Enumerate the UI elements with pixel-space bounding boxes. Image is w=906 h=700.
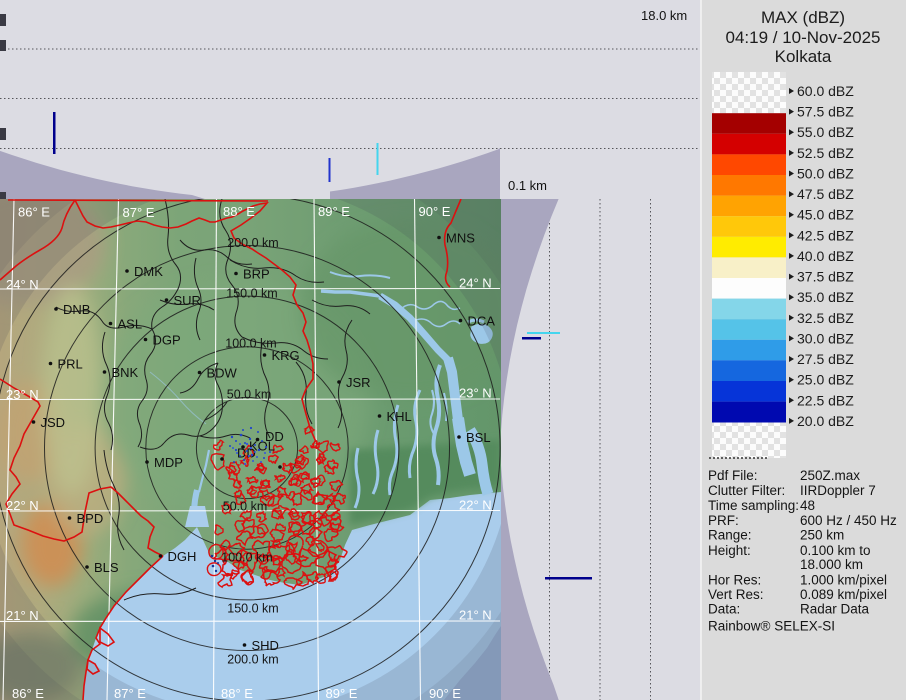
svg-text:BNK: BNK	[112, 365, 139, 380]
svg-text:BLS: BLS	[94, 560, 119, 575]
svg-text:25.0 dBZ: 25.0 dBZ	[797, 372, 854, 388]
svg-text:27.5 dBZ: 27.5 dBZ	[797, 351, 854, 367]
svg-text:PRF:: PRF:	[708, 513, 739, 528]
svg-text:90° E: 90° E	[419, 204, 451, 219]
svg-text:250Z.max: 250Z.max	[800, 468, 860, 483]
svg-text:KHL: KHL	[387, 409, 412, 424]
svg-text:0.100 km to: 0.100 km to	[800, 543, 871, 558]
svg-text:Hor Res:: Hor Res:	[708, 573, 761, 588]
svg-text:SHD: SHD	[252, 638, 279, 653]
svg-text:PRL: PRL	[58, 357, 83, 372]
svg-text:IIRDoppler 7: IIRDoppler 7	[800, 483, 876, 498]
svg-text:BPD: BPD	[77, 511, 104, 526]
svg-text:45.0 dBZ: 45.0 dBZ	[797, 207, 854, 223]
svg-text:50.0 km: 50.0 km	[223, 500, 267, 514]
svg-text:1.000 km/pixel: 1.000 km/pixel	[800, 573, 887, 588]
svg-text:BDW: BDW	[207, 366, 238, 381]
svg-text:Range:: Range:	[708, 528, 752, 543]
svg-text:BRP: BRP	[243, 267, 270, 282]
svg-text:DNB: DNB	[63, 302, 90, 317]
svg-text:86° E: 86° E	[18, 205, 50, 220]
svg-text:ASL: ASL	[118, 317, 143, 332]
svg-text:Data:: Data:	[708, 602, 740, 617]
svg-text:47.5 dBZ: 47.5 dBZ	[797, 186, 854, 202]
svg-text:DMK: DMK	[134, 264, 163, 279]
svg-text:60.0 dBZ: 60.0 dBZ	[797, 83, 854, 99]
svg-text:250 km: 250 km	[800, 528, 844, 543]
svg-text:86° E: 86° E	[12, 686, 44, 700]
svg-text:0.089 km/pixel: 0.089 km/pixel	[800, 587, 887, 602]
svg-text:MDP: MDP	[154, 455, 183, 470]
svg-text:89° E: 89° E	[318, 204, 350, 219]
svg-text:Pdf File:: Pdf File:	[708, 468, 758, 483]
svg-text:21° N: 21° N	[6, 608, 39, 623]
svg-text:200.0 km: 200.0 km	[227, 236, 278, 250]
svg-text:150.0 km: 150.0 km	[227, 602, 278, 616]
svg-text:35.0 dBZ: 35.0 dBZ	[797, 289, 854, 305]
svg-text:04:19 / 10-Nov-2025: 04:19 / 10-Nov-2025	[726, 28, 881, 47]
svg-text:21° N: 21° N	[459, 608, 492, 623]
svg-text:32.5 dBZ: 32.5 dBZ	[797, 310, 854, 326]
svg-text:89° E: 89° E	[326, 686, 358, 700]
svg-text:88° E: 88° E	[221, 686, 253, 700]
svg-text:18.0 km: 18.0 km	[641, 8, 687, 23]
svg-text:DCA: DCA	[468, 314, 496, 329]
svg-text:24° N: 24° N	[459, 276, 492, 291]
svg-text:Radar Data: Radar Data	[800, 602, 870, 617]
svg-text:SUR: SUR	[174, 293, 201, 308]
svg-text:57.5 dBZ: 57.5 dBZ	[797, 104, 854, 120]
svg-text:100.0 km: 100.0 km	[221, 551, 272, 565]
svg-text:MAX (dBZ): MAX (dBZ)	[761, 8, 845, 27]
svg-text:50.0 dBZ: 50.0 dBZ	[797, 166, 854, 182]
svg-text:Rainbow® SELEX-SI: Rainbow® SELEX-SI	[708, 619, 835, 634]
svg-text:87° E: 87° E	[123, 205, 155, 220]
svg-text:100.0 km: 100.0 km	[225, 337, 276, 351]
svg-text:22.5 dBZ: 22.5 dBZ	[797, 392, 854, 408]
svg-text:22° N: 22° N	[459, 498, 492, 513]
svg-text:88° E: 88° E	[223, 204, 255, 219]
svg-text:Clutter Filter:: Clutter Filter:	[708, 483, 785, 498]
svg-text:22° N: 22° N	[6, 498, 39, 513]
svg-text:DGP: DGP	[153, 333, 181, 348]
svg-text:600 Hz / 450 Hz: 600 Hz / 450 Hz	[800, 513, 897, 528]
svg-text:87° E: 87° E	[114, 686, 146, 700]
svg-text:23° N: 23° N	[6, 387, 39, 402]
svg-text:BSL: BSL	[466, 430, 491, 445]
svg-text:DGH: DGH	[168, 549, 197, 564]
svg-text:30.0 dBZ: 30.0 dBZ	[797, 330, 854, 346]
svg-text:Time sampling:: Time sampling:	[708, 498, 799, 513]
svg-text:55.0 dBZ: 55.0 dBZ	[797, 124, 854, 140]
svg-text:90° E: 90° E	[429, 686, 461, 700]
svg-text:40.0 dBZ: 40.0 dBZ	[797, 248, 854, 264]
svg-text:50.0 km: 50.0 km	[227, 388, 271, 402]
svg-text:20.0 dBZ: 20.0 dBZ	[797, 413, 854, 429]
svg-text:JSR: JSR	[346, 375, 371, 390]
svg-text:Vert Res:: Vert Res:	[708, 587, 764, 602]
svg-text:JSD: JSD	[41, 415, 66, 430]
svg-text:KRG: KRG	[272, 348, 300, 363]
svg-text:18.000 km: 18.000 km	[800, 557, 863, 572]
svg-text:MNS: MNS	[446, 231, 475, 246]
svg-text:150.0 km: 150.0 km	[226, 287, 277, 301]
svg-text:23° N: 23° N	[459, 386, 492, 401]
svg-text:0.1 km: 0.1 km	[508, 178, 547, 193]
svg-text:Height:: Height:	[708, 543, 751, 558]
svg-text:42.5 dBZ: 42.5 dBZ	[797, 227, 854, 243]
svg-text:24° N: 24° N	[6, 277, 39, 292]
svg-text:48: 48	[800, 498, 815, 513]
svg-text:200.0 km: 200.0 km	[227, 653, 278, 667]
svg-text:52.5 dBZ: 52.5 dBZ	[797, 145, 854, 161]
svg-text:Kolkata: Kolkata	[775, 47, 832, 66]
svg-text:37.5 dBZ: 37.5 dBZ	[797, 269, 854, 285]
